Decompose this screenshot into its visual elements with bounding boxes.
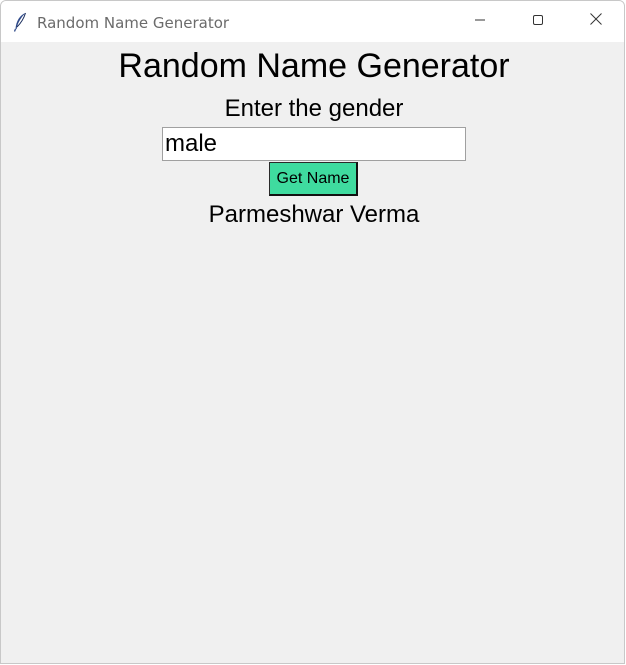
minimize-button[interactable] <box>451 1 509 42</box>
gender-prompt-label: Enter the gender <box>224 95 404 122</box>
close-button[interactable] <box>567 1 624 42</box>
app-window: Random Name Generator Random Name Genera… <box>0 0 625 664</box>
feather-icon <box>13 12 27 32</box>
get-name-button[interactable]: Get Name <box>269 162 358 196</box>
close-icon <box>589 12 603 31</box>
gender-input[interactable] <box>162 127 466 161</box>
maximize-icon <box>532 13 544 31</box>
minimize-icon <box>474 13 486 31</box>
page-title: Random Name Generator <box>118 47 510 85</box>
maximize-button[interactable] <box>509 1 567 42</box>
title-bar[interactable]: Random Name Generator <box>1 1 624 42</box>
window-title: Random Name Generator <box>37 14 230 32</box>
generated-name-label: Parmeshwar Verma <box>208 201 420 228</box>
main-content: Random Name Generator Enter the gender G… <box>1 42 624 663</box>
